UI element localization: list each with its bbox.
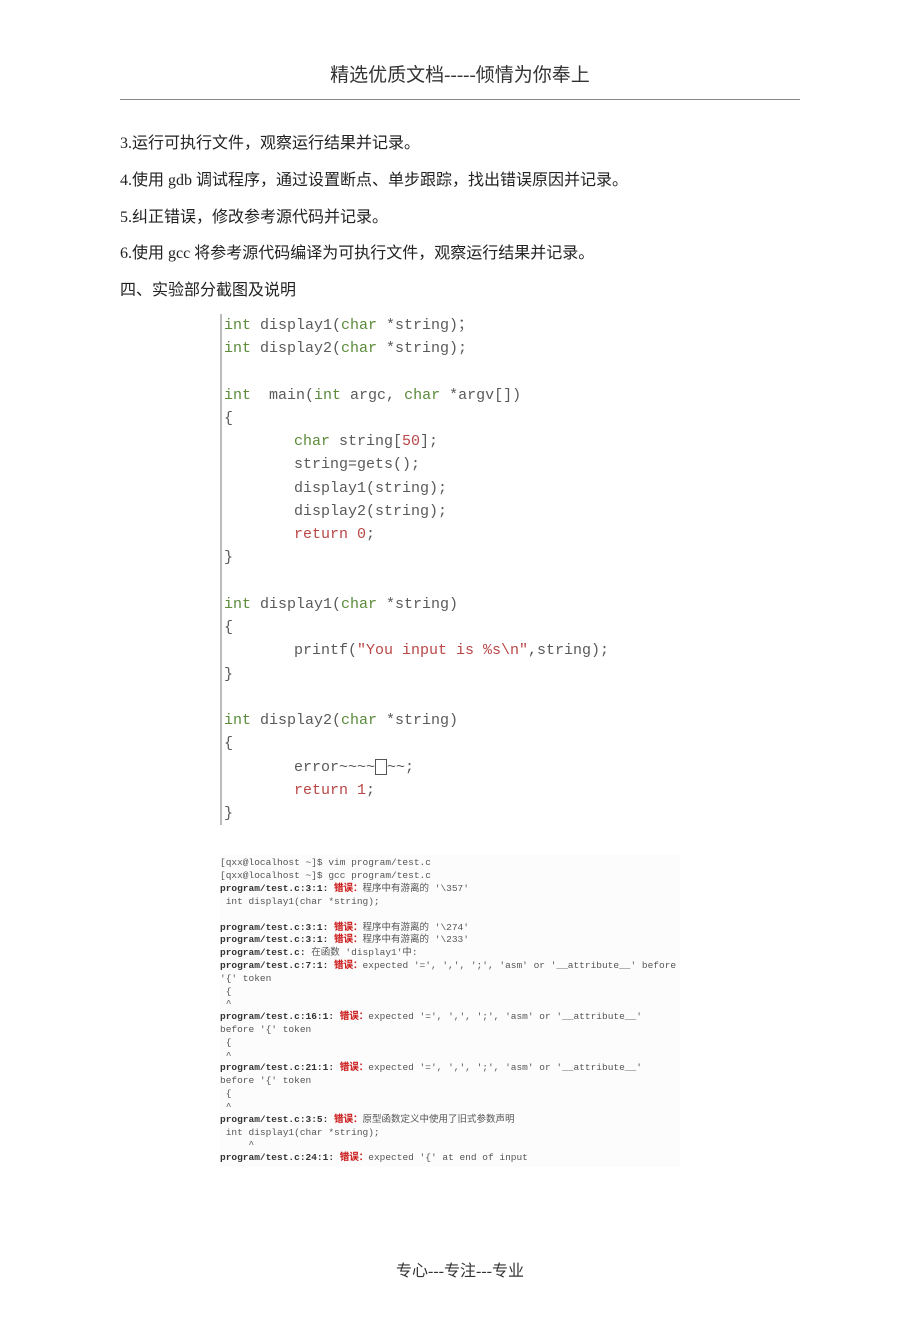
code-num: 1 bbox=[348, 782, 366, 799]
code-txt: *argv[]) bbox=[440, 387, 521, 404]
terminal-output: [qxx@localhost ~]$ vim program/test.c [q… bbox=[220, 855, 680, 1167]
term-line: expected '{' at end of input bbox=[368, 1152, 528, 1163]
term-line: { bbox=[220, 986, 231, 997]
term-line: program/test.c:3:1: bbox=[220, 934, 334, 945]
code-txt: display2(string); bbox=[294, 503, 447, 520]
page-header: 精选优质文档-----倾情为你奉上 bbox=[120, 60, 800, 100]
code-txt: *string) bbox=[377, 712, 458, 729]
term-line: 程序中有游离的 '\233' bbox=[363, 934, 469, 945]
code-kw: return bbox=[294, 782, 348, 799]
term-line: 程序中有游离的 '\357' bbox=[363, 883, 469, 894]
term-line: { bbox=[220, 1088, 231, 1099]
term-error: 错误： bbox=[334, 922, 363, 933]
code-txt: ]; bbox=[420, 433, 438, 450]
term-error: 错误： bbox=[340, 1152, 369, 1163]
term-line: program/test.c:21:1: bbox=[220, 1062, 340, 1073]
term-line: program/test.c: bbox=[220, 947, 311, 958]
term-line: [qxx@localhost ~]$ vim program/test.c bbox=[220, 857, 431, 868]
term-error: 错误： bbox=[340, 1011, 369, 1022]
term-line: program/test.c:16:1: bbox=[220, 1011, 340, 1022]
code-kw: int bbox=[224, 387, 251, 404]
code-kw: char bbox=[341, 317, 377, 334]
code-txt: { bbox=[224, 410, 233, 427]
code-txt: } bbox=[224, 549, 233, 566]
code-kw: int bbox=[314, 387, 341, 404]
term-error: 错误： bbox=[340, 1062, 369, 1073]
body-text: 3.运行可执行文件，观察运行结果并记录。 4.使用 gdb 调试程序，通过设置断… bbox=[120, 126, 800, 310]
code-num: 0 bbox=[348, 526, 366, 543]
term-line: 在函数 'display1'中: bbox=[311, 947, 417, 958]
term-line: 程序中有游离的 '\274' bbox=[363, 922, 469, 933]
term-line: int display1(char *string); bbox=[220, 1127, 380, 1138]
term-error: 错误： bbox=[334, 934, 363, 945]
cursor-icon bbox=[375, 759, 387, 775]
term-line: ^ bbox=[220, 1101, 231, 1112]
page-footer: 专心---专注---专业 bbox=[120, 1257, 800, 1281]
term-line: program/test.c:3:1: bbox=[220, 883, 334, 894]
code-txt: ; bbox=[366, 782, 375, 799]
code-txt: display1( bbox=[251, 596, 341, 613]
code-kw: int bbox=[224, 596, 251, 613]
code-txt: display1(string); bbox=[294, 480, 447, 497]
code-txt: display1( bbox=[251, 317, 341, 334]
code-txt: ,string); bbox=[528, 642, 609, 659]
section-4-title: 四、实验部分截图及说明 bbox=[120, 273, 800, 310]
term-line: program/test.c:3:1: bbox=[220, 922, 334, 933]
code-txt: display2( bbox=[251, 340, 341, 357]
code-txt: string[ bbox=[330, 433, 402, 450]
code-kw: char bbox=[404, 387, 440, 404]
term-line: { bbox=[220, 1037, 231, 1048]
term-line: ^ bbox=[220, 998, 231, 1009]
paragraph-6: 6.使用 gcc 将参考源代码编译为可执行文件，观察运行结果并记录。 bbox=[120, 236, 800, 273]
code-txt: *string) bbox=[377, 596, 458, 613]
code-txt: main( bbox=[251, 387, 314, 404]
code-txt: { bbox=[224, 735, 233, 752]
code-kw: char bbox=[341, 340, 377, 357]
term-line bbox=[220, 909, 226, 920]
code-kw: char bbox=[294, 433, 330, 450]
term-line: int display1(char *string); bbox=[220, 896, 380, 907]
code-txt: printf( bbox=[294, 642, 357, 659]
term-line: program/test.c:7:1: bbox=[220, 960, 334, 971]
code-txt: { bbox=[224, 619, 233, 636]
term-error: 错误： bbox=[334, 1114, 363, 1125]
code-kw: char bbox=[341, 712, 377, 729]
code-txt: ~~; bbox=[387, 759, 414, 776]
code-txt: display2( bbox=[251, 712, 341, 729]
code-txt: ; bbox=[366, 526, 375, 543]
code-kw: int bbox=[224, 712, 251, 729]
code-txt: string=gets(); bbox=[294, 456, 420, 473]
source-code-block: int display1(char *string)； int display2… bbox=[220, 314, 800, 826]
term-line: program/test.c:3:5: bbox=[220, 1114, 334, 1125]
code-kw: int bbox=[224, 317, 251, 334]
paragraph-5: 5.纠正错误，修改参考源代码并记录。 bbox=[120, 200, 800, 237]
code-kw: char bbox=[341, 596, 377, 613]
term-error: 错误： bbox=[334, 883, 363, 894]
code-txt: error~~~~ bbox=[294, 759, 375, 776]
paragraph-4: 4.使用 gdb 调试程序，通过设置断点、单步跟踪，找出错误原因并记录。 bbox=[120, 163, 800, 200]
code-kw: int bbox=[224, 340, 251, 357]
term-line: [qxx@localhost ~]$ gcc program/test.c bbox=[220, 870, 431, 881]
term-line: ^ bbox=[220, 1050, 231, 1061]
document-page: 精选优质文档-----倾情为你奉上 3.运行可执行文件，观察运行结果并记录。 4… bbox=[0, 0, 920, 1321]
paragraph-3: 3.运行可执行文件，观察运行结果并记录。 bbox=[120, 126, 800, 163]
code-str: "You input is %s\n" bbox=[357, 642, 528, 659]
term-error: 错误： bbox=[334, 960, 363, 971]
code-num: 50 bbox=[402, 433, 420, 450]
code-txt: *string); bbox=[377, 340, 467, 357]
code-txt: } bbox=[224, 666, 233, 683]
term-line: 原型函数定义中使用了旧式参数声明 bbox=[363, 1114, 515, 1125]
term-line: program/test.c:24:1: bbox=[220, 1152, 340, 1163]
code-txt: } bbox=[224, 805, 233, 822]
code-kw: return bbox=[294, 526, 348, 543]
code-txt: argc, bbox=[341, 387, 404, 404]
code-txt: *string)； bbox=[377, 317, 473, 334]
term-line: ^ bbox=[220, 1139, 254, 1150]
